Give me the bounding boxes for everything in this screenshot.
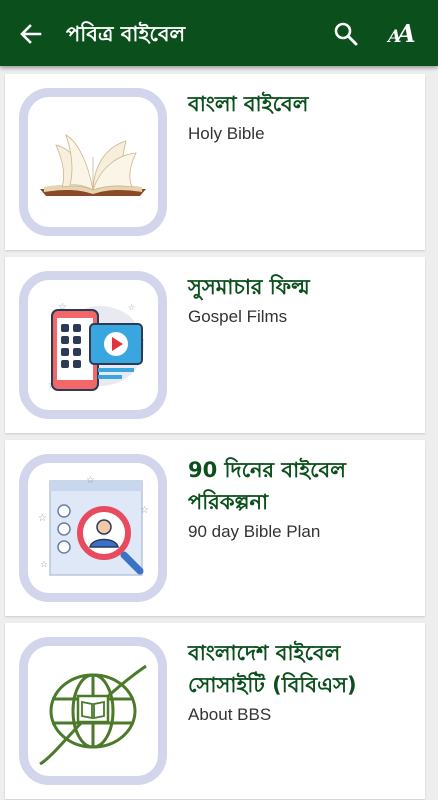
item-text: সুসমাচার ফিল্ম Gospel Films	[188, 271, 418, 329]
item-title-bengali: সুসমাচার ফিল্ম	[188, 275, 310, 299]
list-item-about-bbs[interactable]: বাংলাদেশ বাইবেল সোসাইটি (বিবিএস) About B…	[5, 623, 425, 799]
svg-text:☆: ☆	[86, 475, 95, 486]
list-item-90-day-bible-plan[interactable]: ☆ ☆ ☆ ☆ 90 দিনের বাইবেল পরিকল্পনা 90 day…	[5, 440, 425, 616]
menu-list: বাংলা বাইবেল Holy Bible ☆ ☆ ☆ ☆	[0, 66, 438, 800]
font-size-large-glyph: A	[397, 19, 416, 48]
item-title-bengali: বাংলা বাইবেল	[188, 92, 309, 116]
video-phone-icon: ☆ ☆ ☆ ☆	[48, 302, 145, 391]
font-size-icon[interactable]: A A	[386, 18, 420, 50]
item-text: বাংলাদেশ বাইবেল সোসাইটি (বিবিএস) About B…	[188, 637, 418, 727]
list-item-gospel-films[interactable]: ☆ ☆ ☆ ☆ সুসমাচার ফিল্ম	[5, 257, 425, 433]
thumbnail: ☆ ☆ ☆ ☆	[19, 271, 167, 419]
item-text: 90 দিনের বাইবেল পরিকল্পনা 90 day Bible P…	[188, 454, 418, 544]
back-arrow-icon[interactable]	[16, 19, 46, 49]
thumbnail	[19, 637, 167, 785]
search-icon[interactable]	[332, 20, 360, 48]
svg-text:☆: ☆	[140, 505, 149, 516]
thumbnail: ☆ ☆ ☆ ☆	[19, 454, 167, 602]
item-title-english: Holy Bible	[188, 124, 265, 143]
thumbnail	[19, 88, 167, 236]
svg-text:☆: ☆	[128, 303, 135, 312]
page-title: পবিত্র বাইবেল	[66, 22, 186, 46]
item-title-english: 90 day Bible Plan	[188, 522, 321, 541]
user-search-icon: ☆ ☆ ☆ ☆	[38, 475, 149, 576]
svg-text:☆: ☆	[38, 513, 47, 524]
open-book-icon	[40, 134, 146, 196]
globe-book-icon	[39, 664, 147, 766]
item-text: বাংলা বাইবেল Holy Bible	[188, 88, 418, 146]
svg-text:☆: ☆	[40, 560, 48, 570]
item-title-english: About BBS	[188, 705, 272, 724]
item-title-bengali: 90 দিনের বাইবেল পরিকল্পনা	[188, 458, 346, 514]
app-bar: পবিত্র বাইবেল A A	[0, 0, 438, 66]
item-title-bengali: বাংলাদেশ বাইবেল সোসাইটি (বিবিএস)	[188, 641, 357, 697]
list-item-holy-bible[interactable]: বাংলা বাইবেল Holy Bible	[5, 74, 425, 250]
item-title-english: Gospel Films	[188, 307, 288, 326]
